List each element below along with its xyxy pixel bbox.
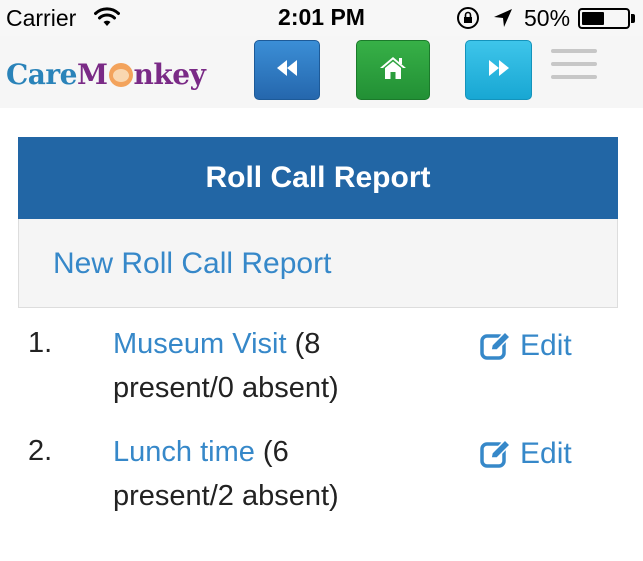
- new-roll-call-report-link[interactable]: New Roll Call Report: [53, 247, 331, 281]
- location-arrow-icon: [492, 7, 514, 34]
- panel-body: New Roll Call Report: [18, 219, 618, 308]
- edit-icon: [480, 331, 512, 360]
- list-item-number: 1.: [28, 327, 53, 359]
- list-item-number: 2.: [28, 435, 53, 467]
- list-item-text: Lunch time (6 present/2 absent): [113, 430, 413, 518]
- edit-button[interactable]: Edit: [480, 329, 572, 363]
- edit-icon: [480, 439, 512, 468]
- edit-label: Edit: [520, 437, 572, 470]
- status-bar: Carrier 2:01 PM 50%: [0, 0, 643, 36]
- list-item: 1. Museum Visit (8 present/0 absent) Edi…: [0, 327, 643, 427]
- forward-button[interactable]: [465, 40, 532, 100]
- rewind-icon: [275, 58, 299, 83]
- battery-tip: [631, 14, 635, 23]
- menu-bar-bottom: [551, 75, 597, 79]
- logo-text-m: M: [77, 58, 108, 91]
- menu-bar-middle: [551, 62, 597, 66]
- menu-bar-top: [551, 49, 597, 53]
- edit-label: Edit: [520, 329, 572, 362]
- fast-forward-icon: [487, 58, 511, 83]
- home-icon: [379, 55, 407, 86]
- list-item-text: Museum Visit (8 present/0 absent): [113, 322, 413, 410]
- battery-icon: [578, 8, 630, 29]
- report-link[interactable]: Museum Visit: [113, 328, 287, 360]
- battery-percent: 50%: [524, 5, 571, 31]
- battery-level-fill: [582, 12, 604, 25]
- list-item: 2. Lunch time (6 present/2 absent) Edit: [0, 435, 643, 535]
- home-button[interactable]: [356, 40, 430, 100]
- caremonkey-logo[interactable]: CareM nkey: [6, 58, 206, 91]
- hamburger-menu-icon[interactable]: [551, 49, 597, 81]
- orientation-lock-icon: [456, 6, 480, 35]
- logo-text-care: Care: [6, 58, 78, 91]
- monkey-face-icon: [108, 63, 133, 87]
- logo-text-nkey: nkey: [133, 58, 206, 91]
- page-title: Roll Call Report: [205, 161, 431, 194]
- back-button[interactable]: [254, 40, 320, 100]
- edit-button[interactable]: Edit: [480, 437, 572, 471]
- report-link[interactable]: Lunch time: [113, 436, 255, 468]
- panel-header: Roll Call Report: [18, 137, 618, 219]
